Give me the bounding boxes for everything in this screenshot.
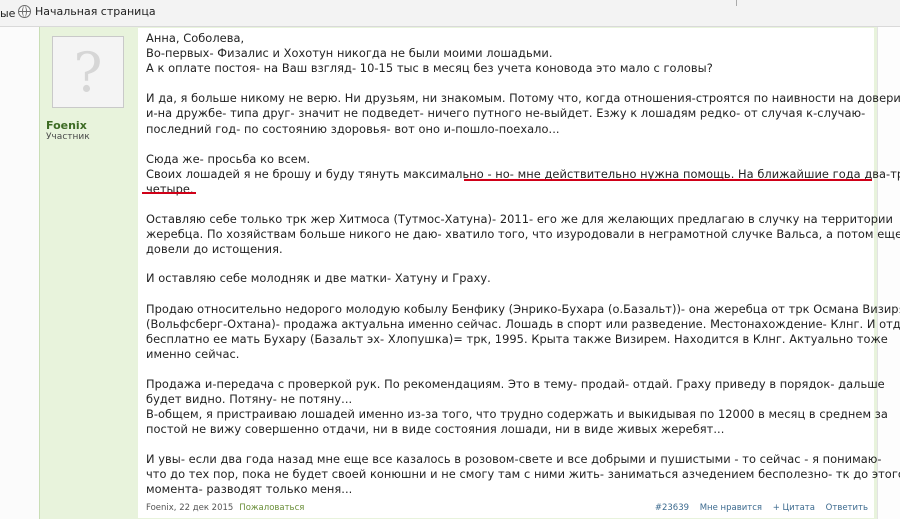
- post-body: Анна, Соболева, Во-первых- Физалис и Хох…: [138, 28, 900, 518]
- post-line: будет видно. Потяну- не потяну...: [146, 392, 353, 406]
- bookmarks-divider: [736, 0, 737, 6]
- post-line: Сюда же- просьба ко всем.: [146, 152, 311, 166]
- post-line: Во-первых- Физалис и Хохотун никогда не …: [146, 46, 553, 60]
- post-line: И оставляю себе молодняк и две матки- Ха…: [146, 271, 491, 285]
- avatar[interactable]: ?: [52, 36, 124, 108]
- reply-button[interactable]: Ответить: [826, 503, 868, 513]
- avatar-placeholder-icon: ?: [73, 40, 103, 104]
- globe-icon: [18, 5, 31, 18]
- post-number-link[interactable]: #23639: [655, 503, 689, 513]
- post-line: довели до истощения.: [146, 242, 283, 256]
- post-line: Анна, Соболева,: [146, 31, 245, 45]
- post-line: В-общем, я пристраиваю лошадей именно из…: [146, 407, 888, 421]
- quote-button[interactable]: + Цитата: [773, 503, 815, 513]
- post-author-date[interactable]: Foenix, 22 дек 2015: [146, 503, 233, 513]
- post-line: и-на дружбе- типа друг- значит не подвед…: [146, 106, 866, 120]
- bookmark-prev-label[interactable]: ые: [0, 7, 15, 20]
- post-line: что до тех пор, пока не будет своей коню…: [146, 467, 900, 481]
- post-line: именно сейчас.: [146, 347, 240, 361]
- post-line: момента- разводят только меня...: [146, 482, 353, 496]
- post-line: постой не вижу совершенно отдачи, ни в в…: [146, 422, 725, 436]
- username-link[interactable]: Foenix: [46, 119, 87, 132]
- post-footer: Foenix, 22 дек 2015 Пожаловаться #23639 М…: [146, 503, 868, 517]
- post-line: жеребца. По хозяйствам больше никого не …: [146, 227, 900, 241]
- user-title: Участник: [46, 132, 90, 142]
- bookmark-home[interactable]: Начальная страница: [18, 5, 156, 18]
- post-line: бесплатно ее мать Бухару (Базальт эх- Хл…: [146, 332, 888, 346]
- post-line: И увы- если два года назад мне еще все к…: [146, 452, 882, 466]
- like-button[interactable]: Мне нравится: [700, 503, 762, 513]
- post-actions: #23639 Мне нравится + Цитата Ответить: [647, 503, 868, 513]
- left-gutter: [0, 27, 39, 519]
- post-line: Оставляю себе только трк жер Хитмоса (Ту…: [146, 212, 893, 226]
- post-line: (Вольфсберг-Охтана)- продажа актуальна и…: [146, 317, 900, 331]
- user-info-panel: ? Foenix Участник: [40, 28, 138, 519]
- bookmark-home-label: Начальная страница: [35, 5, 156, 18]
- highlight-underline: [464, 179, 872, 181]
- bookmarks-bar: ые Начальная страница: [0, 0, 900, 27]
- report-link[interactable]: Пожаловаться: [239, 503, 304, 513]
- post-line: И да, я больше никому не верю. Ни друзья…: [146, 91, 900, 105]
- post-line: Продаю относительно недорого молодую коб…: [146, 302, 900, 316]
- post-meta: Foenix, 22 дек 2015 Пожаловаться: [146, 503, 304, 513]
- post-line: Продажа и-передача с проверкой рук. По р…: [146, 377, 885, 391]
- post-line: последний год- по состоянию здоровья- во…: [146, 122, 560, 136]
- highlight-underline: [142, 192, 196, 194]
- post-line: А к оплате постоя- на Ваш взгляд- 10-15 …: [146, 61, 713, 75]
